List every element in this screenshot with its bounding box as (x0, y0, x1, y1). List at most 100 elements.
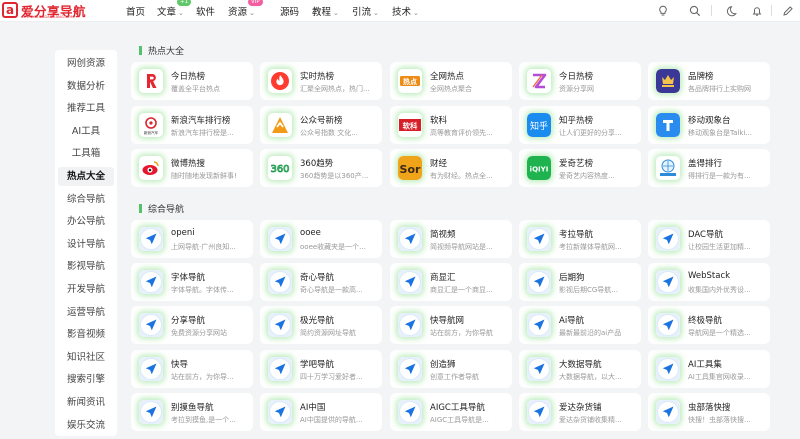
site-card[interactable]: AI工具集 AI工具集官网收录... (648, 350, 770, 388)
site-card[interactable]: 今日热榜 覆盖全平台热点 (131, 62, 253, 100)
site-card-description: 公众号指数 文化... (300, 129, 358, 137)
site-card-title: 知乎热榜 (559, 116, 594, 126)
nav-item[interactable]: 技术 ⌄ (392, 4, 419, 18)
site-card[interactable]: Sor 财经 有为财经。热点全... (390, 149, 512, 187)
sidebar-item[interactable]: 工具箱 (58, 144, 114, 163)
sidebar-item[interactable]: AI工具 (58, 122, 114, 141)
nav-item[interactable]: 源码 (280, 4, 299, 18)
svg-text:新浪汽车: 新浪汽车 (144, 130, 159, 135)
site-card[interactable]: ooee ooee收藏夹是一个... (260, 220, 382, 258)
site-card[interactable]: 终极导航 导航网是一个精选... (648, 306, 770, 344)
site-card[interactable]: 分享导航 免费资源分享网站 (131, 306, 253, 344)
sidebar-item[interactable]: 娱乐交流 (58, 416, 114, 435)
nav-arrow-icon (527, 400, 551, 424)
nav-arrow-icon (656, 270, 680, 294)
site-card-description: 覆盖全平台热点 (171, 85, 220, 93)
sidebar-item[interactable]: 办公导航 (58, 212, 114, 231)
site-card[interactable]: 后期狗 影视后期CG导航... (519, 263, 641, 301)
site-logo[interactable]: a 爱分享导航 AIFENXIANGDAOHANG.COM (2, 1, 112, 21)
site-card[interactable]: 软科 软科 高等教育评价领先... (390, 106, 512, 144)
site-card[interactable]: 热点 全网热点 全网热点聚合 (390, 62, 512, 100)
site-card[interactable]: 商显汇 商显汇是一个商显... (390, 263, 512, 301)
nav-arrow-icon (656, 400, 680, 424)
rebang-icon (139, 69, 163, 93)
sidebar-item[interactable]: 设计导航 (58, 235, 114, 254)
nav-arrow-icon (268, 357, 292, 381)
site-card[interactable]: 360 360趋势 360趋势是以360产... (260, 149, 382, 187)
site-card[interactable]: 公众号新榜 公众号指数 文化... (260, 106, 382, 144)
search-icon[interactable] (688, 4, 702, 18)
gaide-icon (656, 156, 680, 180)
site-card-title: 软科 (430, 116, 448, 126)
site-card[interactable]: 简视频 简视频导航网站是... (390, 220, 512, 258)
site-card[interactable]: 创造狮 创意工作者导航 (390, 350, 512, 388)
logo-mark: a (2, 2, 18, 18)
site-card[interactable]: 极光导航 简约资源网址导航 (260, 306, 382, 344)
site-card[interactable]: 学吧导航 四十万学习爱好者... (260, 350, 382, 388)
site-card[interactable]: AI中国 AI中国提供的导航... (260, 393, 382, 431)
lightbulb-icon[interactable] (656, 4, 670, 18)
site-card-description: 资源分享网 (559, 85, 594, 93)
site-card[interactable]: Ai导航 最新最前沿的ai产品 (519, 306, 641, 344)
sidebar-item[interactable]: 推荐工具 (58, 99, 114, 118)
site-card[interactable]: 微博热搜 随时随地发现新鲜事! (131, 149, 253, 187)
nav-badge: VIP (248, 0, 263, 6)
site-card[interactable]: 今日热榜 资源分享网 (519, 62, 641, 100)
nav-arrow-icon (656, 357, 680, 381)
site-card[interactable]: 大数据导航 大数据导航，以大... (519, 350, 641, 388)
sidebar-item[interactable]: 新闻资讯 (58, 393, 114, 412)
sidebar-item[interactable]: 影音视频 (58, 325, 114, 344)
sidebar-item[interactable]: 开发导航 (58, 280, 114, 299)
nav-item[interactable]: 引流 ⌄ (352, 4, 379, 18)
site-card-description: 考拉新媒体导航网... (559, 243, 622, 251)
site-card-description: 让校园生活更加精... (688, 243, 751, 251)
sidebar-item[interactable]: 知识社区 (58, 348, 114, 367)
header-divider (771, 5, 772, 16)
bell-icon[interactable] (750, 4, 764, 18)
site-card-description: 爱达杂货铺收集精... (559, 416, 622, 424)
moon-icon[interactable] (726, 4, 740, 18)
site-card[interactable]: iQIYI 爱奇艺榜 爱奇艺内容热度... (519, 149, 641, 187)
site-card[interactable]: 知乎 知乎热榜 让人们更好的分享... (519, 106, 641, 144)
site-card[interactable]: 盖得排行 得排行是一款为有... (648, 149, 770, 187)
nav-item[interactable]: 文章 ⌄ (157, 4, 184, 18)
site-card[interactable]: openi 上网导航·广州良知... (131, 220, 253, 258)
site-card[interactable]: 爱达杂货铺爱达杂货铺收集精... (519, 393, 641, 431)
site-card-title: WebStack (688, 271, 731, 281)
site-card-title: 字体导航 (171, 273, 206, 283)
site-card[interactable]: 快导 站在前方，为你导... (131, 350, 253, 388)
site-card[interactable]: 字体导航 字体导航。字体传... (131, 263, 253, 301)
section-title-text: 综合导航 (148, 205, 185, 215)
nav-item[interactable]: 软件 (196, 4, 215, 18)
sidebar-item[interactable]: 热点大全 (58, 167, 114, 186)
site-card-title: 品牌榜 (688, 72, 714, 82)
site-card[interactable]: 品牌榜 各品牌排行上实购网 (648, 62, 770, 100)
site-card-description: AIGC工具导航是... (430, 416, 489, 424)
site-card-title: 快导航网 (430, 316, 465, 326)
nav-item[interactable]: 首页 (126, 4, 145, 18)
sidebar-item[interactable]: 影视导航 (58, 257, 114, 276)
nav-arrow-icon (656, 313, 680, 337)
site-card[interactable]: 实时热榜 汇聚全网热点，热门... (260, 62, 382, 100)
sidebar-item[interactable]: 数据分析 (58, 77, 114, 96)
site-card[interactable]: 别摸鱼导航 考拉到摸鱼,是一个... (131, 393, 253, 431)
sidebar-item[interactable]: 搜索引擎 (58, 370, 114, 389)
site-card[interactable]: 奇心导航 奇心导航是一款高... (260, 263, 382, 301)
site-card-title: 爱达杂货铺 (559, 403, 602, 413)
sidebar-item[interactable]: 网创资源 (58, 54, 114, 73)
site-card[interactable]: DAC导航 让校园生活更加精... (648, 220, 770, 258)
site-card[interactable]: AIGC工具导航 AIGC工具导航是... (390, 393, 512, 431)
nav-item[interactable]: 教程 ⌄ (312, 4, 339, 18)
sidebar-item[interactable]: 运营导航 (58, 303, 114, 322)
site-card-title: 360趋势 (300, 159, 334, 169)
site-card[interactable]: 考拉导航 考拉新媒体导航网... (519, 220, 641, 258)
edit-icon[interactable] (781, 4, 795, 18)
site-card[interactable]: 快导航网 站在前方，为你导航 (390, 306, 512, 344)
nav-item[interactable]: 资源 ⌄ (228, 4, 255, 18)
site-card[interactable]: 新浪汽车 新浪汽车排行榜 新浪汽车排行榜是... (131, 106, 253, 144)
site-card[interactable]: 移动观象台 移动观象台是Talki... (648, 106, 770, 144)
site-card-description: 随时随地发现新鲜事! (171, 172, 237, 180)
sidebar-item[interactable]: 综合导航 (58, 190, 114, 209)
site-card[interactable]: WebStack 收集国内外优秀设... (648, 263, 770, 301)
site-card[interactable]: 虫部落快搜 快搜！虫部落快搜... (648, 393, 770, 431)
